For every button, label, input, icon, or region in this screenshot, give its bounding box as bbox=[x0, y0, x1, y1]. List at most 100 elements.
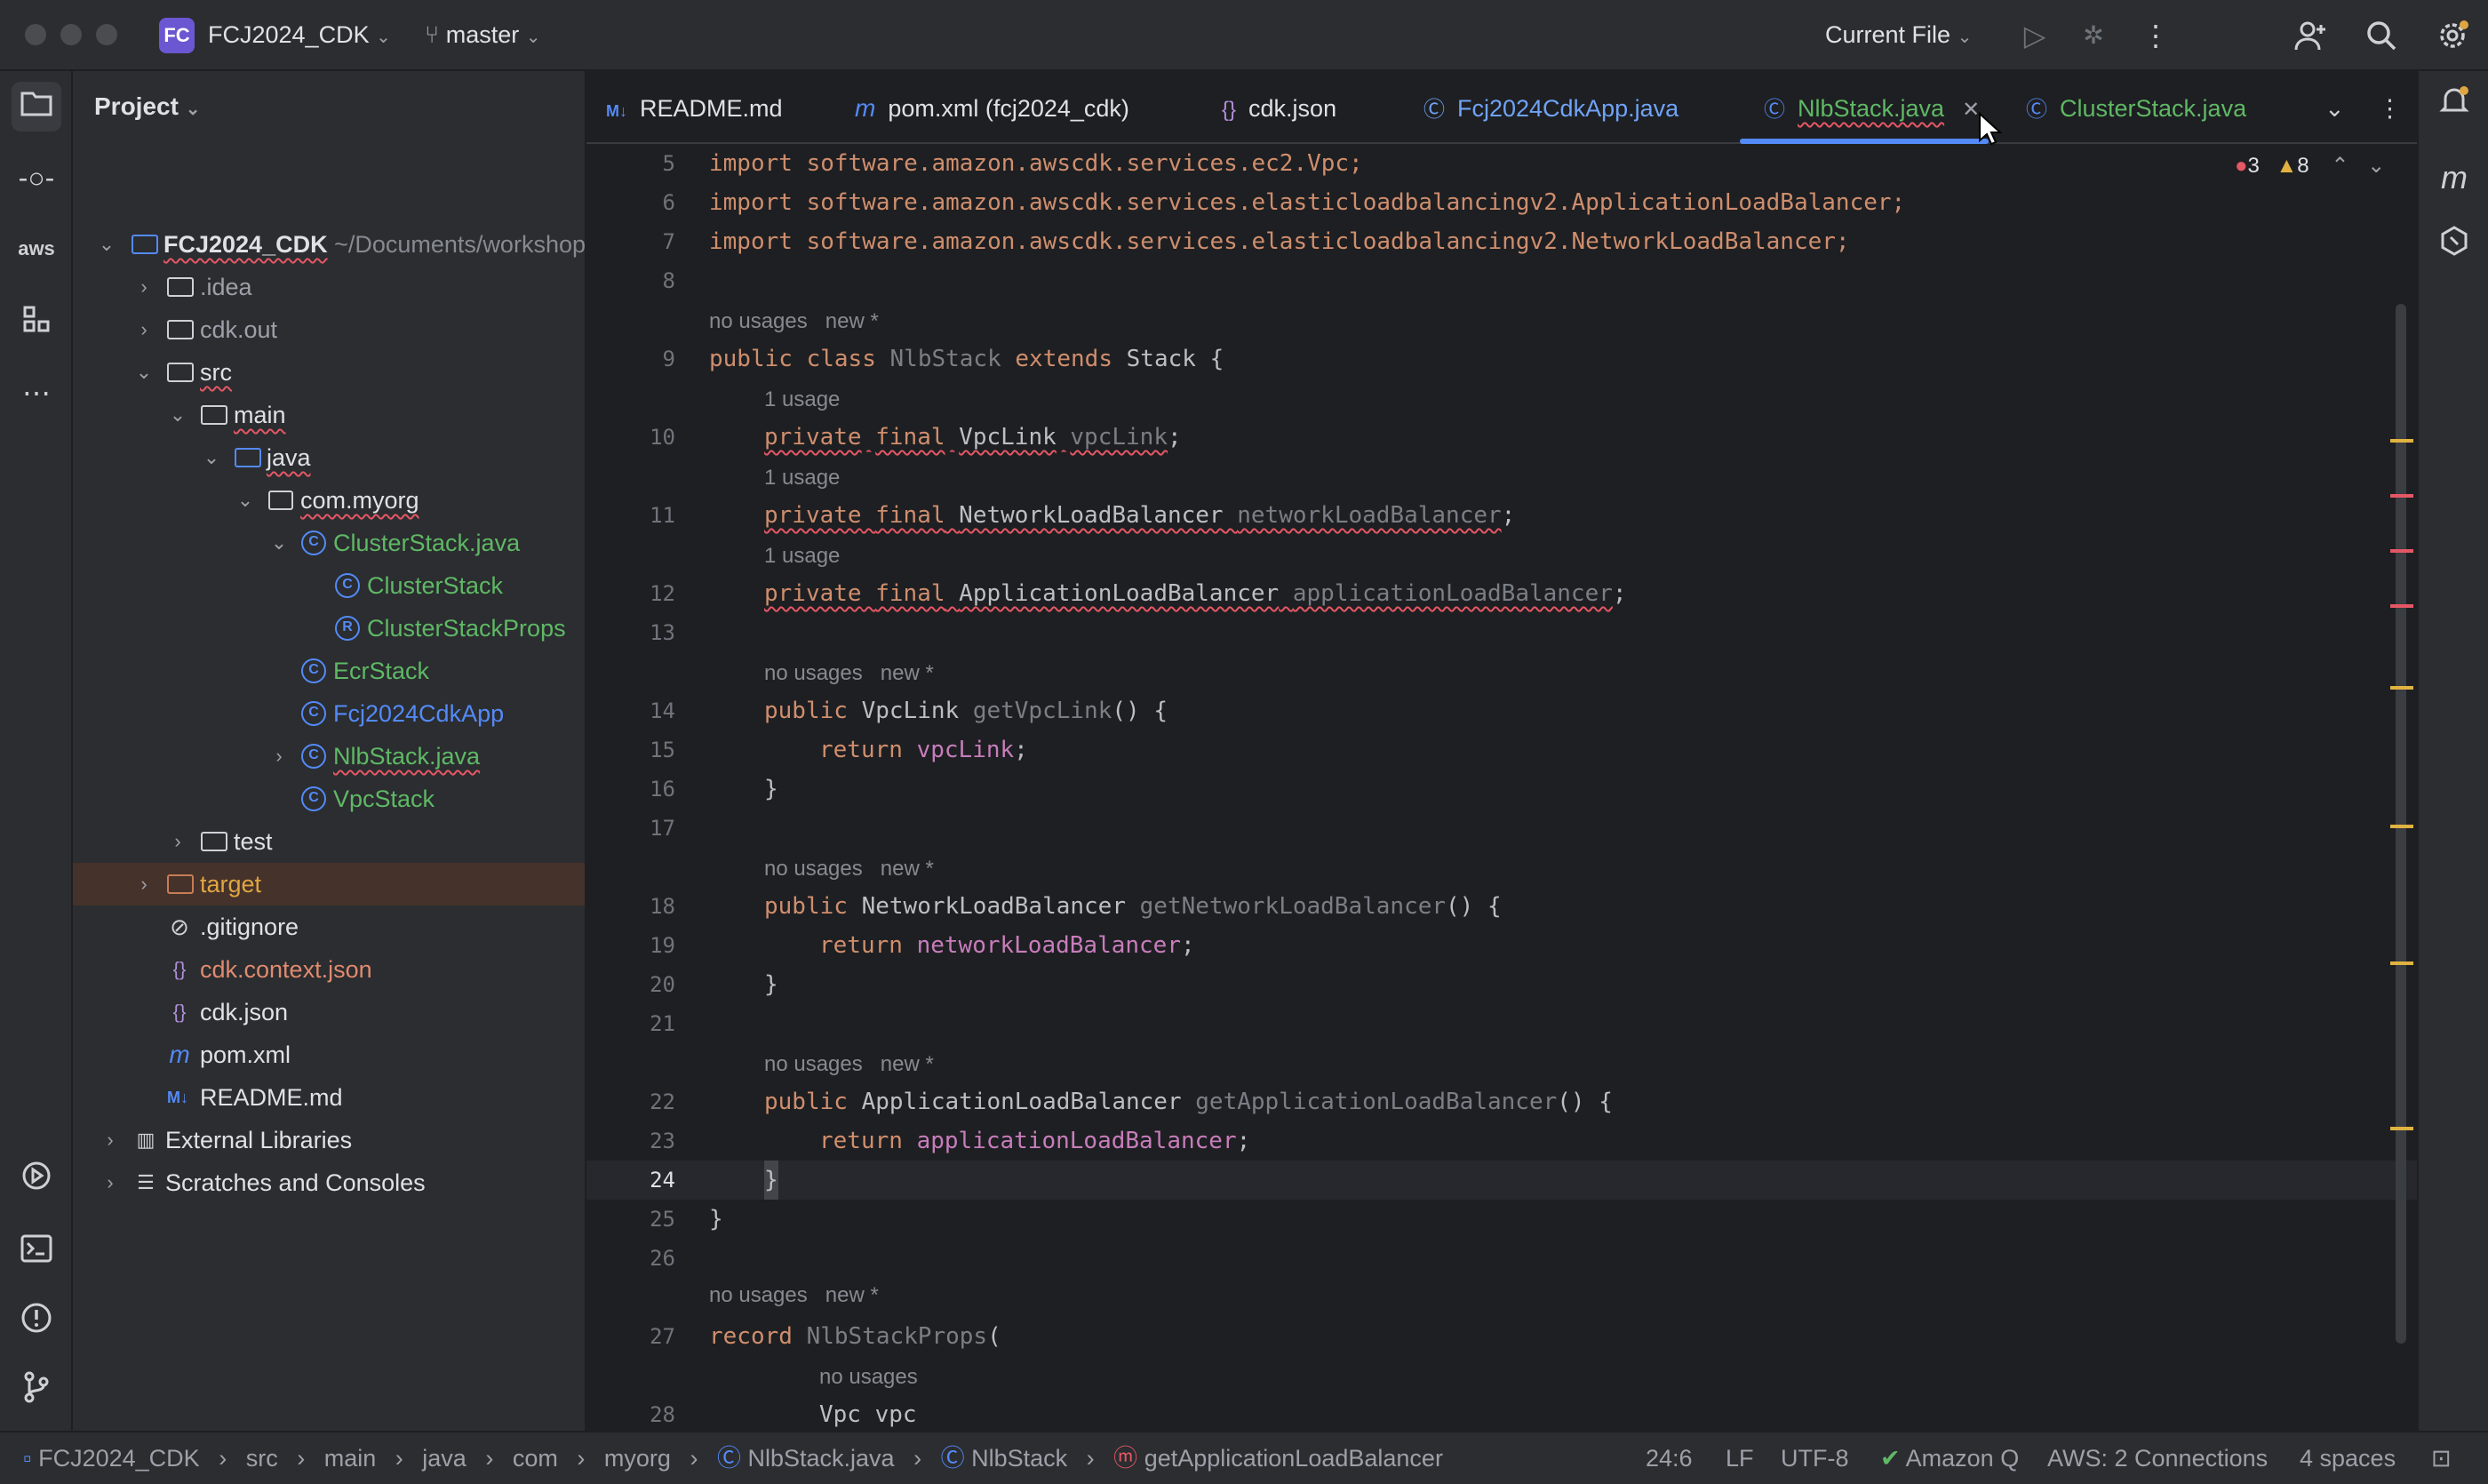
usage-hint[interactable]: no usages new * bbox=[764, 656, 934, 691]
terminal-icon[interactable] bbox=[12, 1228, 61, 1278]
commit-icon[interactable]: -○- bbox=[12, 153, 61, 203]
more-vert-icon[interactable]: ⋮ bbox=[2378, 71, 2402, 144]
more-tools-icon[interactable]: ⋯ bbox=[12, 368, 61, 418]
amazon-q-icon[interactable] bbox=[2429, 222, 2479, 272]
tree-item-root[interactable]: ⌄ FCJ2024_CDK ~/Documents/workshop bbox=[73, 223, 585, 266]
structure-icon[interactable] bbox=[12, 299, 61, 348]
breadcrumb-item[interactable]: src bbox=[246, 1445, 278, 1472]
project-folder-icon[interactable] bbox=[12, 82, 61, 132]
more-vert-icon[interactable]: ⋮ bbox=[2138, 18, 2173, 53]
maximize-window-button[interactable] bbox=[96, 24, 117, 45]
import-statement: import software.amazon.awscdk.services.e… bbox=[709, 228, 1850, 255]
aws-icon[interactable]: aws bbox=[12, 224, 61, 274]
project-badge[interactable]: FC bbox=[159, 18, 195, 53]
breadcrumb-item[interactable]: java bbox=[422, 1445, 466, 1472]
warning-marker[interactable] bbox=[2390, 1127, 2413, 1130]
usage-hint[interactable]: no usages new * bbox=[709, 304, 879, 339]
project-switcher[interactable]: FCJ2024_CDK ⌄ bbox=[208, 21, 391, 49]
tab-clusterstack[interactable]: Ⓒ ClusterStack.java bbox=[2026, 71, 2246, 144]
error-marker[interactable] bbox=[2390, 604, 2413, 608]
chevron-up-icon[interactable]: ⌃ bbox=[2331, 154, 2348, 178]
field-name: networkLoadBalancer bbox=[1237, 502, 1502, 529]
problems-icon[interactable] bbox=[12, 1299, 61, 1349]
tree-item-target[interactable]: › target bbox=[73, 863, 585, 906]
error-marker[interactable] bbox=[2390, 494, 2413, 498]
services-icon[interactable] bbox=[12, 1157, 61, 1207]
search-icon[interactable] bbox=[2364, 18, 2399, 53]
breadcrumb-item[interactable]: myorg bbox=[604, 1445, 671, 1472]
file-encoding[interactable]: UTF-8 bbox=[1781, 1432, 1849, 1484]
cursor-position[interactable]: 24:6 bbox=[1646, 1432, 1693, 1484]
tree-item-clusterstack[interactable]: C ClusterStack bbox=[73, 564, 585, 607]
tree-item-cdk-out[interactable]: › cdk.out bbox=[73, 308, 585, 351]
tree-item-fcj2024cdkapp[interactable]: C Fcj2024CdkApp bbox=[73, 692, 585, 735]
usage-hint[interactable]: no usages new * bbox=[709, 1278, 879, 1313]
tree-item-vpcstack[interactable]: C VpcStack bbox=[73, 778, 585, 820]
tree-item-main[interactable]: ⌄ main bbox=[73, 394, 585, 436]
tabs-dropdown-icon[interactable]: ⌄ bbox=[2325, 71, 2345, 144]
lock-icon[interactable]: ⊡ bbox=[2431, 1432, 2452, 1484]
tree-item-cdk-json[interactable]: {} cdk.json bbox=[73, 991, 585, 1033]
tree-item-java[interactable]: ⌄ java bbox=[73, 436, 585, 479]
line-number: 23 bbox=[650, 1129, 675, 1153]
tree-item-readme[interactable]: M↓ README.md bbox=[73, 1076, 585, 1119]
tree-item-scratches[interactable]: › ☰ Scratches and Consoles bbox=[73, 1161, 585, 1204]
tree-item-pom-xml[interactable]: m pom.xml bbox=[73, 1033, 585, 1076]
close-window-button[interactable] bbox=[25, 24, 46, 45]
breadcrumb-item[interactable]: main bbox=[324, 1445, 377, 1472]
tab-nlbstack[interactable]: Ⓒ NlbStack.java ✕ bbox=[1764, 71, 1980, 144]
tree-item-clusterstackprops[interactable]: R ClusterStackProps bbox=[73, 607, 585, 650]
breadcrumb-item[interactable]: getApplicationLoadBalancer bbox=[1144, 1445, 1443, 1472]
warning-marker[interactable] bbox=[2390, 686, 2413, 690]
chevron-down-icon[interactable]: ⌄ bbox=[2367, 154, 2385, 178]
tree-item-external-libraries[interactable]: › ▥ External Libraries bbox=[73, 1119, 585, 1161]
class-icon: C bbox=[335, 573, 360, 598]
tree-item-nlbstack-java[interactable]: › C NlbStack.java bbox=[73, 735, 585, 778]
usage-hint[interactable]: 1 usage bbox=[764, 460, 840, 496]
aws-connections[interactable]: AWS: 2 Connections bbox=[2047, 1432, 2268, 1484]
warning-marker[interactable] bbox=[2390, 825, 2413, 828]
usage-hint[interactable]: no usages new * bbox=[764, 1047, 934, 1082]
debug-icon[interactable]: ✲ bbox=[2076, 18, 2111, 53]
usage-hint[interactable]: no usages bbox=[819, 1360, 918, 1395]
tree-item-clusterstack-java[interactable]: ⌄ C ClusterStack.java bbox=[73, 522, 585, 564]
inspection-widget[interactable]: ●3 ▲8 ⌃ ⌄ bbox=[2235, 153, 2385, 179]
editor-scrollbar[interactable] bbox=[2396, 304, 2406, 1344]
minimize-window-button[interactable] bbox=[60, 24, 82, 45]
tree-item-cdk-context-json[interactable]: {} cdk.context.json bbox=[73, 948, 585, 991]
breadcrumb-item[interactable]: NlbStack bbox=[971, 1445, 1067, 1472]
tree-item-package[interactable]: ⌄ com.myorg bbox=[73, 479, 585, 522]
code-editor[interactable]: ●3 ▲8 ⌃ ⌄ 5 6 7 8 9 10 11 12 13 14 15 16… bbox=[586, 144, 2417, 1431]
error-marker[interactable] bbox=[2390, 549, 2413, 553]
notifications-icon[interactable] bbox=[2429, 82, 2479, 132]
amazon-q-status[interactable]: ✔ Amazon Q bbox=[1880, 1432, 2019, 1484]
usage-hint[interactable]: no usages new * bbox=[764, 851, 934, 887]
git-icon[interactable] bbox=[12, 1368, 61, 1418]
run-icon[interactable]: ▷ bbox=[2017, 18, 2053, 53]
add-user-icon[interactable] bbox=[2293, 18, 2328, 53]
tree-item-idea[interactable]: › .idea bbox=[73, 266, 585, 308]
tree-item-gitignore[interactable]: ⊘ .gitignore bbox=[73, 906, 585, 948]
breadcrumb-item[interactable]: FCJ2024_CDK bbox=[38, 1445, 200, 1472]
breadcrumb-item[interactable]: NlbStack.java bbox=[747, 1445, 894, 1472]
tab-cdk-json[interactable]: {} cdk.json bbox=[1222, 71, 1336, 144]
tree-item-ecrstack[interactable]: C EcrStack bbox=[73, 650, 585, 692]
run-config-selector[interactable]: Current File ⌄ bbox=[1825, 21, 1972, 49]
branch-switcher[interactable]: ⑂ master ⌄ bbox=[425, 21, 541, 49]
line-separator[interactable]: LF bbox=[1726, 1432, 1754, 1484]
tab-fcj2024cdkapp[interactable]: Ⓒ Fcj2024CdkApp.java bbox=[1423, 71, 1679, 144]
tree-item-test[interactable]: › test bbox=[73, 820, 585, 863]
warning-marker[interactable] bbox=[2390, 439, 2413, 443]
tree-item-src[interactable]: ⌄ src bbox=[73, 351, 585, 394]
usage-hint[interactable]: 1 usage bbox=[764, 539, 840, 574]
breadcrumb-item[interactable]: com bbox=[513, 1445, 558, 1472]
maven-icon[interactable]: m bbox=[2429, 153, 2479, 203]
indent-setting[interactable]: 4 spaces bbox=[2300, 1432, 2396, 1484]
settings-icon[interactable] bbox=[2435, 18, 2470, 53]
tab-readme[interactable]: M↓ README.md bbox=[606, 71, 783, 144]
warning-marker[interactable] bbox=[2390, 961, 2413, 965]
tab-pom-xml[interactable]: m pom.xml (fcj2024_cdk) bbox=[855, 71, 1129, 144]
usage-hint[interactable]: 1 usage bbox=[764, 382, 840, 418]
project-panel-header[interactable]: Project ⌄ bbox=[94, 92, 200, 121]
chevron-down-icon: ⌄ bbox=[525, 28, 541, 47]
